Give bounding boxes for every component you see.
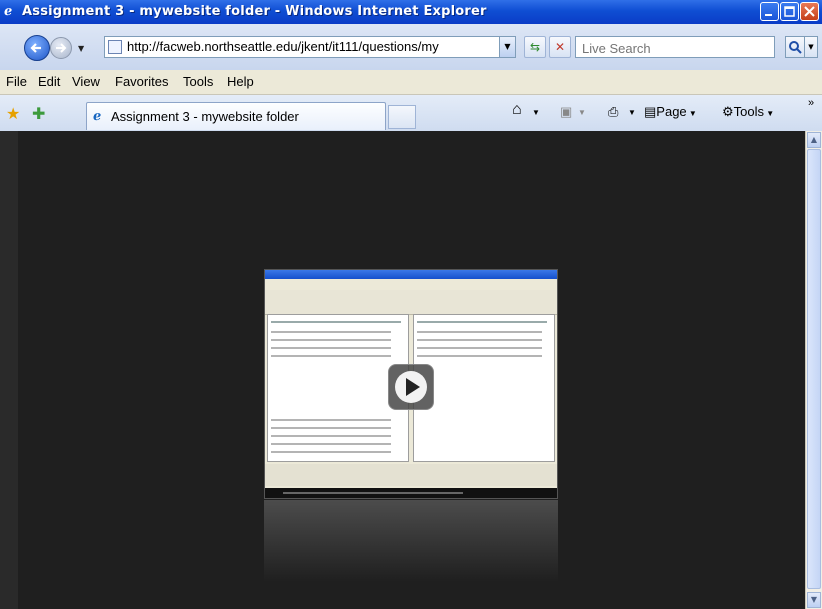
tools-dropdown-icon: ▼: [764, 109, 775, 118]
feeds-icon[interactable]: ▣: [560, 104, 572, 120]
pane-row: [417, 339, 542, 341]
menu-view[interactable]: View: [72, 74, 100, 89]
tools-menu-button[interactable]: ⚙Tools ▼: [722, 104, 774, 120]
search-box[interactable]: [575, 36, 775, 58]
page-icon: [108, 40, 122, 54]
ie-logo-icon: ℯ: [4, 4, 13, 19]
vertical-scrollbar[interactable]: ▲ ▼: [805, 131, 822, 609]
scroll-up-arrow-icon[interactable]: ▲: [807, 132, 821, 148]
tab-label: Assignment 3 - mywebsite folder: [111, 109, 299, 124]
video-menu-strip: [265, 279, 557, 290]
home-icon[interactable]: ⌂: [512, 101, 522, 119]
refresh-button[interactable]: ⇆: [524, 36, 546, 58]
pane-row: [271, 339, 391, 341]
pane-row: [417, 347, 542, 349]
pane-row: [417, 331, 542, 333]
chevron-more-icon[interactable]: »: [808, 97, 814, 109]
video-status-strip: [265, 464, 557, 486]
pane-row: [271, 451, 391, 453]
page-icon-small: ▤: [644, 104, 657, 119]
menu-edit[interactable]: Edit: [38, 74, 60, 89]
stop-button[interactable]: ✕: [549, 36, 571, 58]
search-input[interactable]: [580, 38, 764, 58]
stop-icon: ✕: [554, 40, 566, 54]
menu-tools[interactable]: Tools: [183, 74, 213, 89]
forward-button[interactable]: [50, 37, 72, 59]
pane-row: [417, 321, 547, 323]
play-icon: [395, 371, 427, 403]
pane-row: [271, 443, 391, 445]
video-title-bar: [265, 270, 557, 279]
tab-bar: ★ ✚ ℯ Assignment 3 - mywebsite folder ⌂ …: [0, 95, 822, 132]
play-button[interactable]: [388, 364, 434, 410]
page-menu-button[interactable]: ▤Page ▼: [644, 104, 697, 120]
print-icon[interactable]: ⎙: [608, 104, 618, 120]
back-button[interactable]: [24, 35, 50, 61]
video-progress-bar[interactable]: [265, 488, 557, 498]
forward-arrow-icon: [56, 43, 67, 53]
recent-pages-chevron-icon[interactable]: ▼: [78, 44, 84, 53]
pane-row: [271, 331, 391, 333]
feeds-dropdown-icon[interactable]: ▼: [578, 108, 586, 117]
tools-menu-label: Tools: [733, 104, 765, 119]
address-dropdown-button[interactable]: ▼: [499, 37, 515, 57]
pane-row: [271, 355, 391, 357]
pane-row: [271, 427, 391, 429]
tab-active[interactable]: ℯ Assignment 3 - mywebsite folder: [86, 102, 386, 130]
new-tab-button[interactable]: [388, 105, 416, 129]
title-bar: ℯ Assignment 3 - mywebsite folder - Wind…: [0, 0, 822, 24]
search-button[interactable]: [785, 36, 805, 58]
page-menu-label: Page: [656, 104, 687, 119]
left-frame-edge: [0, 131, 18, 609]
ie-page-icon: ℯ: [93, 109, 102, 124]
gear-icon: ⚙: [722, 104, 734, 119]
menu-help[interactable]: Help: [227, 74, 254, 89]
pane-row: [271, 347, 391, 349]
maximize-button[interactable]: [780, 2, 799, 21]
menu-favorites[interactable]: Favorites: [115, 74, 168, 89]
video-right-pane: [413, 314, 555, 462]
video-toolbar-strip: [265, 290, 557, 315]
pane-row: [271, 435, 391, 437]
pane-row: [271, 419, 391, 421]
home-dropdown-icon[interactable]: ▼: [532, 108, 540, 117]
search-options-button[interactable]: ▼: [805, 36, 818, 58]
url-text: http://facweb.northseattle.edu/jkent/it1…: [127, 39, 439, 54]
video-progress-track[interactable]: [283, 492, 463, 494]
page-dropdown-icon: ▼: [686, 109, 697, 118]
address-toolbar: ▼ http://facweb.northseattle.edu/jkent/i…: [0, 24, 822, 70]
menu-bar: File Edit View Favorites Tools Help: [0, 70, 822, 95]
add-favorite-icon[interactable]: ✚: [32, 104, 45, 123]
magnifier-icon: [789, 41, 802, 54]
window-title: Assignment 3 - mywebsite folder - Window…: [22, 4, 487, 19]
scroll-thumb[interactable]: [807, 149, 821, 589]
pane-row: [417, 355, 542, 357]
video-reflection: [264, 500, 558, 582]
back-arrow-icon: [30, 43, 41, 53]
minimize-button[interactable]: [760, 2, 779, 21]
menu-file[interactable]: File: [6, 74, 27, 89]
favorites-star-icon[interactable]: ★: [6, 104, 20, 123]
scroll-down-arrow-icon[interactable]: ▼: [807, 592, 821, 608]
close-button[interactable]: [800, 2, 819, 21]
refresh-icon: ⇆: [529, 40, 541, 54]
print-dropdown-icon[interactable]: ▼: [628, 108, 636, 117]
pane-row: [271, 321, 401, 323]
address-field[interactable]: http://facweb.northseattle.edu/jkent/it1…: [104, 36, 516, 58]
